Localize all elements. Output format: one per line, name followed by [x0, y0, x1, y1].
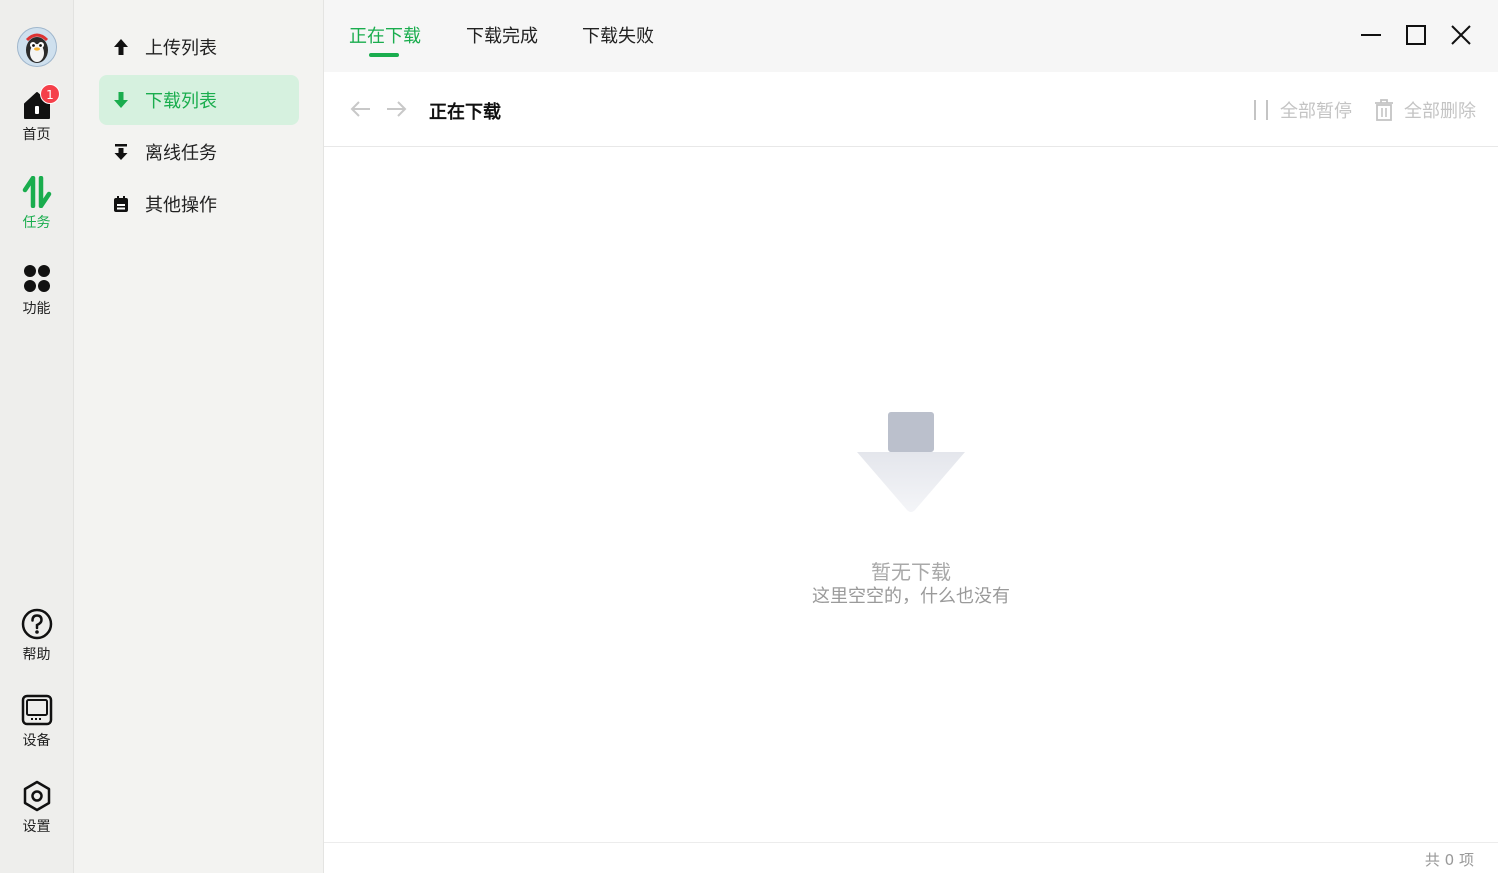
icon-rail: 1 首页 任务 功能 帮助 设备 设置 [0, 0, 74, 873]
sidebar-item-label: 上传列表 [145, 38, 217, 59]
empty-state-illustration: 暂无下载 [324, 410, 1498, 584]
empty-state-subtitle: 这里空空的，什么也没有 [812, 586, 1010, 607]
rail-item-label: 设置 [22, 819, 51, 835]
clipboard-icon [113, 195, 129, 213]
sidebar-item-upload-list[interactable]: 上传列表 [99, 22, 299, 72]
transfer-icon [22, 176, 51, 208]
minimize-button[interactable] [1356, 20, 1386, 50]
back-button[interactable] [349, 97, 373, 121]
forward-button[interactable] [384, 97, 408, 121]
task-sidebar: 上传列表 下载列表 离线任务 其他操作 [74, 0, 324, 873]
rail-item-label: 设备 [22, 733, 51, 749]
tab-download-complete[interactable]: 下载完成 [466, 22, 538, 48]
rail-item-features[interactable]: 功能 [0, 262, 73, 318]
rail-item-label: 帮助 [22, 647, 51, 663]
rail-item-home[interactable]: 1 首页 [0, 84, 73, 144]
upload-arrow-icon [113, 38, 129, 56]
sidebar-item-label: 其他操作 [145, 195, 217, 216]
maximize-button[interactable] [1401, 20, 1431, 50]
sidebar-item-label: 下载列表 [145, 91, 217, 112]
breadcrumb: 正在下载 [429, 102, 501, 123]
user-avatar[interactable] [17, 27, 57, 67]
settings-icon [23, 780, 50, 812]
help-icon [21, 608, 52, 640]
tab-bar: 正在下载 下载完成 下载失败 [324, 0, 1498, 72]
rail-item-tasks[interactable]: 任务 [0, 176, 73, 232]
rail-item-label: 功能 [22, 301, 51, 317]
sidebar-item-offline-tasks[interactable]: 离线任务 [99, 127, 299, 177]
apps-icon [23, 265, 50, 292]
sidebar-item-other-actions[interactable]: 其他操作 [99, 179, 299, 229]
arrow-right-icon [387, 101, 407, 117]
delete-all-button[interactable]: 全部删除 [1374, 97, 1476, 123]
sidebar-item-label: 离线任务 [145, 143, 217, 164]
item-count: 共 0 项 [1424, 851, 1474, 869]
trash-icon [1374, 99, 1394, 121]
rail-item-settings[interactable]: 设置 [0, 780, 73, 836]
sidebar-item-download-list[interactable]: 下载列表 [99, 75, 299, 125]
notification-badge: 1 [40, 84, 60, 104]
device-icon [21, 694, 52, 726]
toolbar: 正在下载 全部暂停 全部删除 [324, 72, 1498, 147]
rail-item-devices[interactable]: 设备 [0, 694, 73, 750]
rail-item-label: 首页 [22, 127, 51, 143]
minimize-icon [1361, 34, 1381, 36]
tab-downloading[interactable]: 正在下载 [349, 22, 421, 48]
download-arrow-icon [113, 91, 129, 109]
maximize-icon [1406, 25, 1426, 45]
close-button[interactable] [1446, 20, 1476, 50]
close-icon [1451, 25, 1471, 45]
rail-item-help[interactable]: 帮助 [0, 608, 73, 664]
penguin-avatar-icon [18, 28, 56, 66]
status-bar: 共 0 项 [324, 842, 1498, 874]
pause-all-button[interactable]: 全部暂停 [1252, 97, 1352, 123]
main-panel: 正在下载 下载完成 下载失败 正在下载 全部暂停 全部删除 暂无下载 这里空空的… [324, 0, 1498, 873]
active-tab-indicator [369, 53, 399, 57]
tab-download-failed[interactable]: 下载失败 [582, 22, 654, 48]
empty-download-icon [857, 412, 965, 512]
arrow-left-icon [350, 101, 370, 117]
empty-state-title: 暂无下载 [871, 560, 951, 584]
rail-item-label: 任务 [22, 215, 51, 231]
offline-download-icon [113, 143, 129, 161]
delete-all-label: 全部删除 [1404, 101, 1476, 122]
pause-icon [1252, 99, 1270, 121]
pause-all-label: 全部暂停 [1280, 101, 1352, 122]
